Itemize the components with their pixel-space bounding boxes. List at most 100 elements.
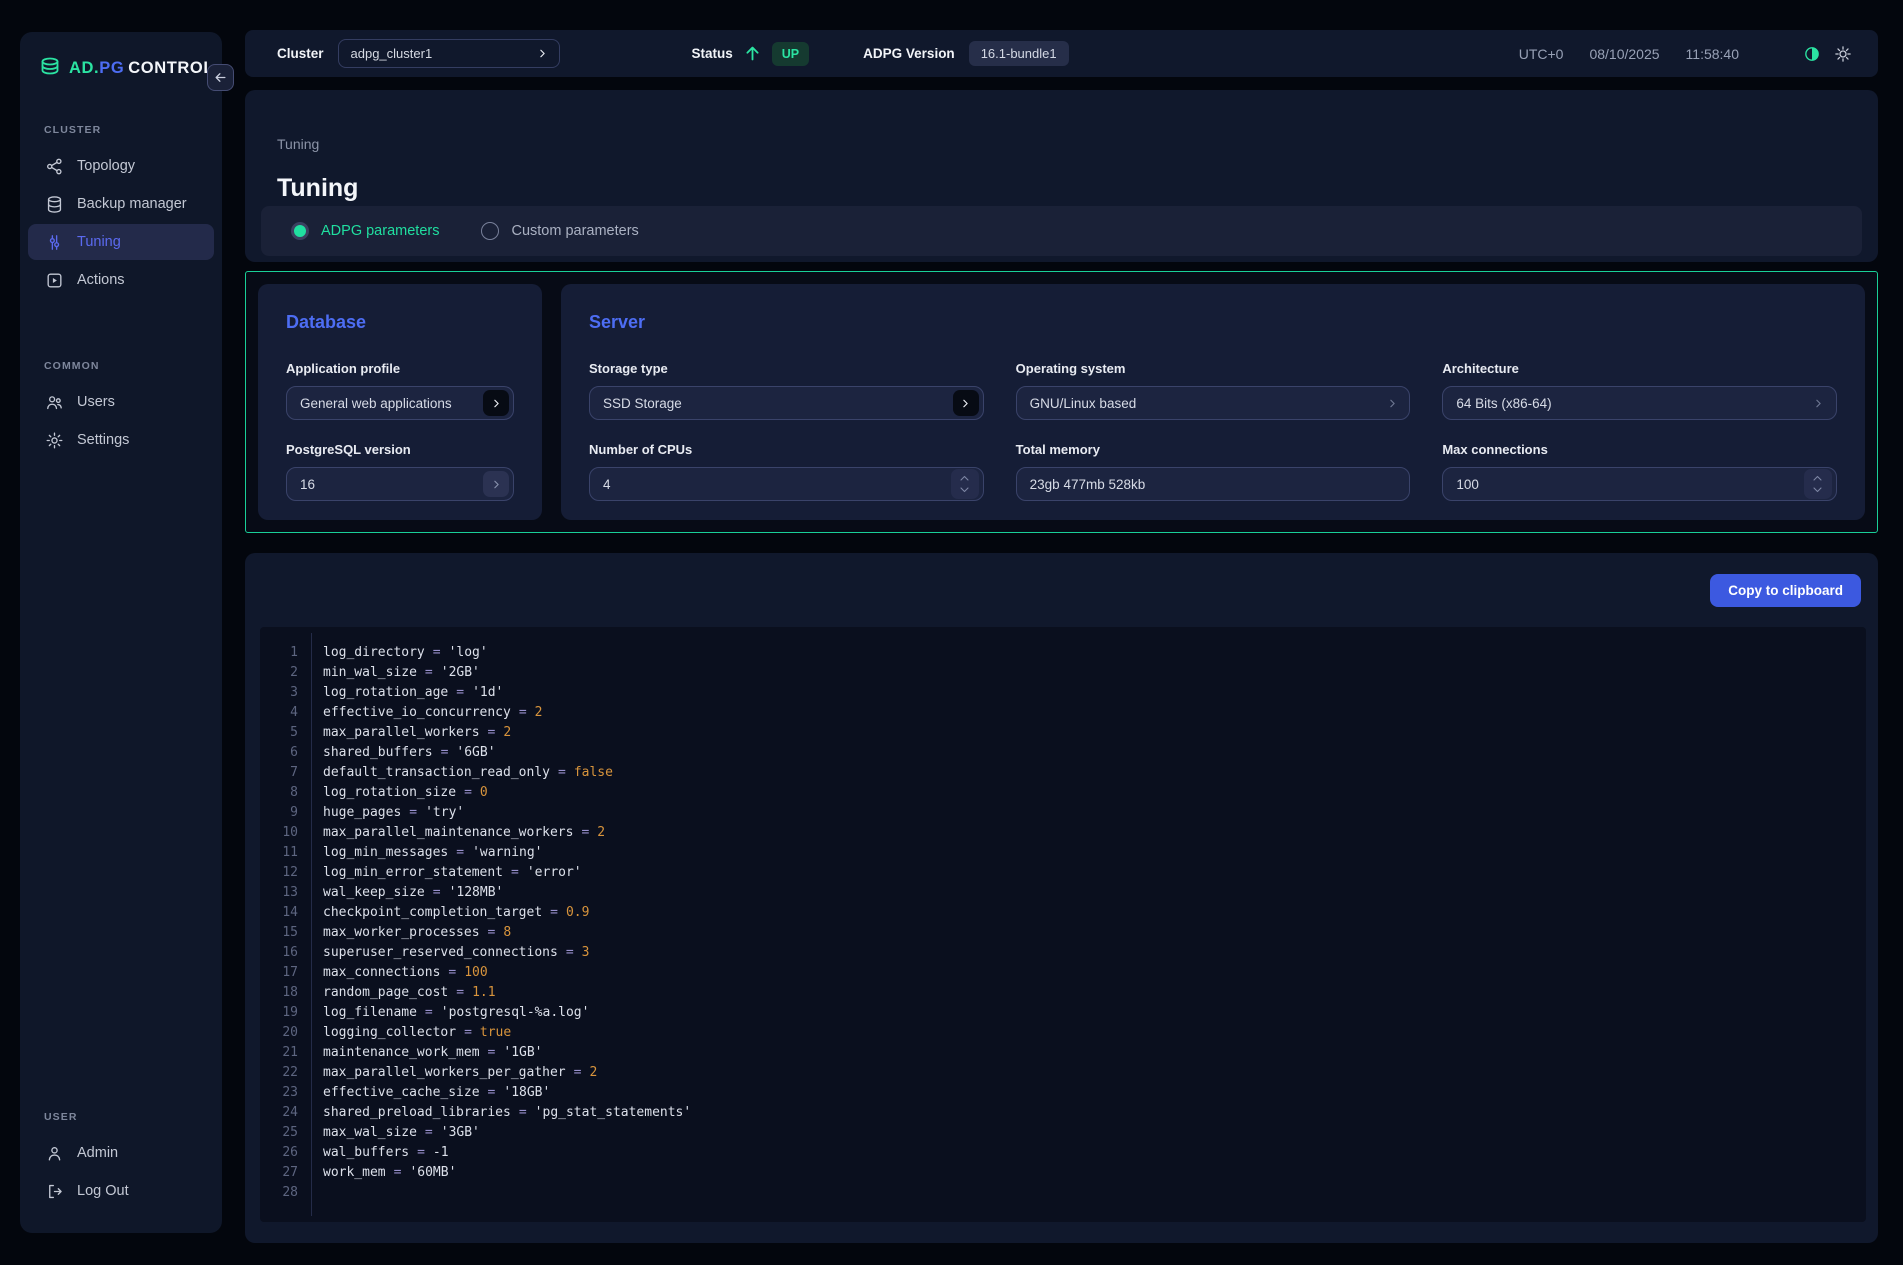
line-number: 13 xyxy=(260,883,298,903)
value-stepper[interactable] xyxy=(1804,469,1832,499)
param-value: 'try' xyxy=(425,805,464,820)
assign-operator: = xyxy=(448,965,456,980)
assign-operator: = xyxy=(574,1065,582,1080)
chevron-right-icon[interactable] xyxy=(483,390,509,416)
chevron-right-icon[interactable] xyxy=(953,390,979,416)
assign-operator: = xyxy=(488,925,496,940)
line-number: 8 xyxy=(260,783,298,803)
storage-type-control[interactable]: SSD Storage xyxy=(589,386,984,420)
param-key: checkpoint_completion_target xyxy=(323,905,542,920)
status-badge: UP xyxy=(772,42,809,66)
sidebar-item-topology[interactable]: Topology xyxy=(28,148,214,184)
sidebar-item-actions[interactable]: Actions xyxy=(28,262,214,298)
sidebar-item-backup-manager[interactable]: Backup manager xyxy=(28,186,214,222)
code-line: 28 xyxy=(260,1183,1866,1203)
assign-operator: = xyxy=(519,1105,527,1120)
param-value: false xyxy=(574,765,613,780)
chevron-right-icon[interactable] xyxy=(1806,390,1832,416)
application-profile-control[interactable]: General web applications xyxy=(286,386,514,420)
assign-operator: = xyxy=(425,1005,433,1020)
chevron-right-icon[interactable] xyxy=(1379,390,1405,416)
field-max-connections: Max connections 100 xyxy=(1442,442,1837,501)
assign-operator: = xyxy=(433,645,441,660)
line-number: 11 xyxy=(260,843,298,863)
copy-to-clipboard-button[interactable]: Copy to clipboard xyxy=(1710,574,1861,607)
param-key: work_mem xyxy=(323,1165,386,1180)
chevron-down-icon[interactable] xyxy=(1811,484,1824,495)
param-value: '1GB' xyxy=(503,1045,542,1060)
param-value: 2 xyxy=(503,725,511,740)
param-value: 2 xyxy=(589,1065,597,1080)
chevron-up-icon[interactable] xyxy=(958,473,971,484)
control-value: General web applications xyxy=(300,396,452,411)
sidebar-section-label: CLUSTER xyxy=(44,124,222,136)
sidebar-item-logout[interactable]: Log Out xyxy=(28,1173,214,1209)
radio-dot[interactable] xyxy=(291,222,309,240)
assign-operator: = xyxy=(425,665,433,680)
field-label: Architecture xyxy=(1442,361,1837,376)
radio-custom-parameters[interactable]: Custom parameters xyxy=(481,222,638,240)
field-label: Total memory xyxy=(1016,442,1411,457)
line-number: 10 xyxy=(260,823,298,843)
param-value: 2 xyxy=(535,705,543,720)
number-of-cpus-control[interactable]: 4 xyxy=(589,467,984,501)
code-line: 23effective_cache_size='18GB' xyxy=(260,1083,1866,1103)
sidebar-item-settings[interactable]: Settings xyxy=(28,422,214,458)
param-key: log_min_messages xyxy=(323,845,448,860)
code-line: 10max_parallel_maintenance_workers=2 xyxy=(260,823,1866,843)
database-logo-icon xyxy=(38,56,62,80)
param-value: '128MB' xyxy=(449,885,504,900)
line-number: 2 xyxy=(260,663,298,683)
field-label: Max connections xyxy=(1442,442,1837,457)
chevron-up-icon[interactable] xyxy=(1811,473,1824,484)
assign-operator: = xyxy=(519,705,527,720)
sidebar-item-users[interactable]: Users xyxy=(28,384,214,420)
assign-operator: = xyxy=(558,765,566,780)
chevron-right-icon[interactable] xyxy=(483,471,509,497)
code-line: 2min_wal_size='2GB' xyxy=(260,663,1866,683)
radio-adpg-parameters[interactable]: ADPG parameters xyxy=(291,222,439,240)
theme-contrast-icon[interactable] xyxy=(1803,45,1821,63)
cluster-select[interactable]: adpg_cluster1 xyxy=(338,39,560,68)
control-value: SSD Storage xyxy=(603,396,682,411)
max-connections-control[interactable]: 100 xyxy=(1442,467,1837,501)
postgresql-version-control[interactable]: 16 xyxy=(286,467,514,501)
param-value: '6GB' xyxy=(456,745,495,760)
param-value: 'error' xyxy=(527,865,582,880)
param-value: 1.1 xyxy=(472,985,495,1000)
code-line: 22max_parallel_workers_per_gather=2 xyxy=(260,1063,1866,1083)
version-badge: 16.1-bundle1 xyxy=(969,41,1069,66)
architecture-control[interactable]: 64 Bits (x86-64) xyxy=(1442,386,1837,420)
code-line: 24shared_preload_libraries='pg_stat_stat… xyxy=(260,1103,1866,1123)
total-memory-control[interactable]: 23gb 477mb 528kb xyxy=(1016,467,1411,501)
line-number: 21 xyxy=(260,1043,298,1063)
sidebar-section-label: USER xyxy=(44,1111,222,1123)
operating-system-control[interactable]: GNU/Linux based xyxy=(1016,386,1411,420)
sidebar-item-admin[interactable]: Admin xyxy=(28,1135,214,1171)
code-line: 3log_rotation_age='1d' xyxy=(260,683,1866,703)
value-stepper[interactable] xyxy=(951,469,979,499)
sidebar-item-label: Log Out xyxy=(77,1183,129,1199)
sidebar-collapse-button[interactable] xyxy=(207,64,234,91)
field-storage-type: Storage typeSSD Storage xyxy=(589,361,984,420)
line-number: 7 xyxy=(260,763,298,783)
radio-dot[interactable] xyxy=(481,222,499,240)
database-card-title: Database xyxy=(286,312,514,333)
sidebar-item-tuning[interactable]: Tuning xyxy=(28,224,214,260)
line-number: 17 xyxy=(260,963,298,983)
code-line: 11log_min_messages='warning' xyxy=(260,843,1866,863)
code-line: 14checkpoint_completion_target=0.9 xyxy=(260,903,1866,923)
param-key: maintenance_work_mem xyxy=(323,1045,480,1060)
header-icons xyxy=(1803,45,1852,63)
line-number: 9 xyxy=(260,803,298,823)
line-number: 6 xyxy=(260,743,298,763)
chevron-down-icon[interactable] xyxy=(958,484,971,495)
cluster-label: Cluster xyxy=(277,46,324,61)
control-value: 100 xyxy=(1456,477,1479,492)
control-value: 16 xyxy=(300,477,315,492)
assign-operator: = xyxy=(464,785,472,800)
assign-operator: = xyxy=(488,1085,496,1100)
config-code-block[interactable]: 1log_directory='log'2min_wal_size='2GB'3… xyxy=(260,627,1866,1222)
status-group: Status UP xyxy=(692,42,810,66)
theme-light-icon[interactable] xyxy=(1834,45,1852,63)
